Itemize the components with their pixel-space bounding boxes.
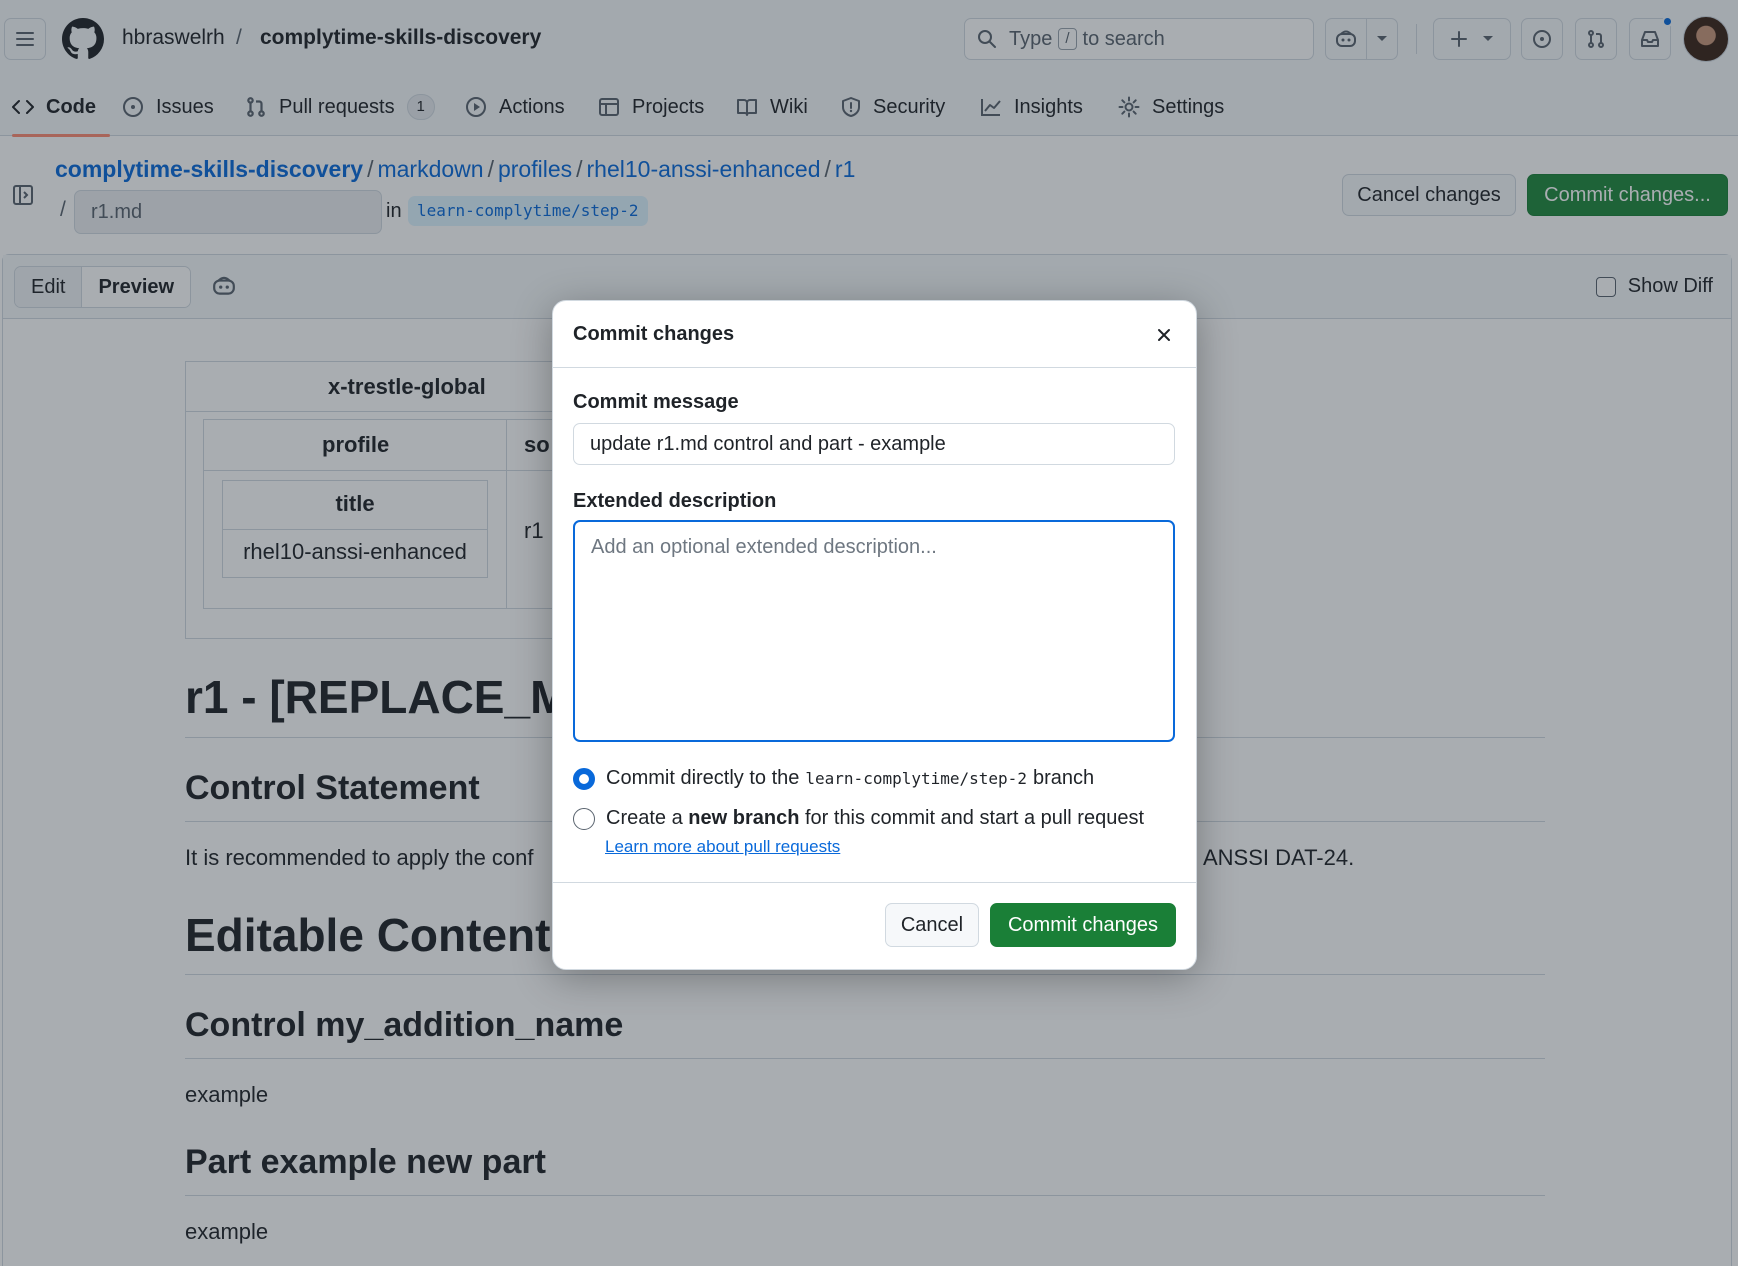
extended-description-label: Extended description xyxy=(573,490,777,512)
dialog-title: Commit changes xyxy=(573,323,735,345)
new-branch-suffix: for this commit and start a pull request xyxy=(804,807,1145,829)
new-branch-bold: new branch xyxy=(688,807,800,829)
new-branch-radio[interactable] xyxy=(573,807,595,830)
extended-description-textarea[interactable] xyxy=(573,520,1175,742)
dialog-footer-divider xyxy=(553,882,1196,883)
new-branch-text: Create a xyxy=(606,807,683,829)
commit-direct-text: Commit directly to the xyxy=(606,767,800,789)
dialog-header: Commit changes xyxy=(553,301,1196,368)
commit-direct-radio[interactable] xyxy=(573,767,595,790)
close-icon[interactable] xyxy=(1150,321,1178,349)
commit-direct-branch: learn-complytime/step-2 xyxy=(805,769,1027,788)
dialog-commit-button[interactable]: Commit changes xyxy=(990,903,1176,947)
commit-direct-suffix: branch xyxy=(1032,767,1095,789)
commit-dialog: Commit changes Commit message Extended d… xyxy=(552,300,1197,970)
learn-more-link[interactable]: Learn more about pull requests xyxy=(605,837,840,857)
new-branch-option[interactable]: Create a new branch for this commit and … xyxy=(573,807,1144,830)
commit-message-input[interactable] xyxy=(573,423,1175,465)
commit-direct-option[interactable]: Commit directly to the learn-complytime/… xyxy=(573,767,1094,790)
dialog-cancel-button[interactable]: Cancel xyxy=(885,903,979,947)
commit-message-label: Commit message xyxy=(573,391,739,413)
